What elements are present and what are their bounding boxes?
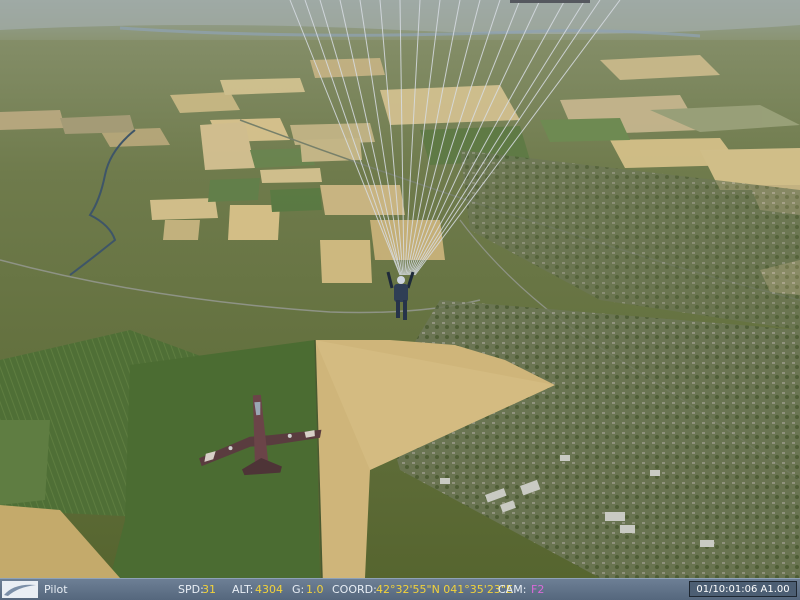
game-viewport — [0, 0, 800, 578]
coordinates-value: 42°32'55"N 041°35'23"E — [376, 583, 513, 596]
camera-label: CAM: — [498, 583, 527, 596]
coordinates-label: COORD: — [332, 583, 377, 596]
speed-label: SPD: — [178, 583, 204, 596]
g-force-label: G: — [292, 583, 305, 596]
camera-value: F2 — [531, 583, 545, 596]
mission-clock: 01/10:01:06 A1.00 — [689, 581, 797, 597]
altitude-label: ALT: — [232, 583, 254, 596]
game-logo-icon — [2, 581, 38, 598]
g-force-value: 1.0 — [306, 583, 324, 596]
speed-value: 31 — [202, 583, 216, 596]
terrain-view — [0, 0, 800, 578]
altitude-value: 4304 — [255, 583, 283, 596]
view-label: Pilot — [44, 583, 68, 596]
status-bar: Pilot SPD: 31 ALT: 4304 G: 1.0 COORD: 42… — [0, 578, 800, 600]
